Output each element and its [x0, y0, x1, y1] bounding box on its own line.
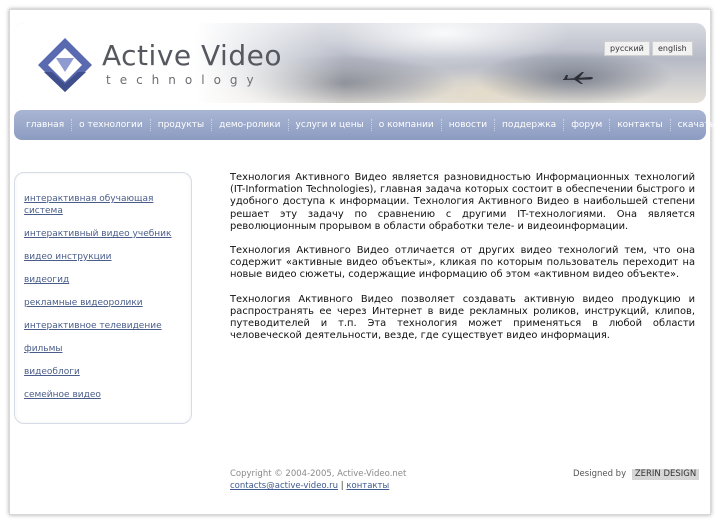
main-paragraph: Технология Активного Видео является разн…	[230, 172, 695, 232]
nav-home[interactable]: главная	[14, 119, 71, 131]
sidebar-list: интерактивная обучающая система интеракт…	[24, 193, 184, 412]
sidebar-link-advertising-videos[interactable]: рекламные видеоролики	[24, 297, 184, 309]
language-russian-button[interactable]: русский	[604, 41, 650, 56]
sidebar-link-interactive-tv[interactable]: интерактивное телевидение	[24, 320, 184, 332]
main-navigation: главная о технологии продукты демо-ролик…	[14, 110, 715, 140]
footer-separator: |	[340, 481, 344, 491]
main-content: Технология Активного Видео является разн…	[230, 172, 695, 354]
main-paragraph: Технология Активного Видео позволяет соз…	[230, 293, 695, 342]
sidebar-link-films[interactable]: фильмы	[24, 343, 184, 355]
nav-about-company[interactable]: о компании	[370, 119, 441, 131]
nav-demo-videos[interactable]: демо-ролики	[211, 119, 287, 131]
nav-support[interactable]: поддержка	[494, 119, 563, 131]
nav-contacts[interactable]: контакты	[609, 119, 669, 131]
nav-forum[interactable]: форум	[563, 119, 609, 131]
nav-products[interactable]: продукты	[149, 119, 211, 131]
sidebar-link-family-video[interactable]: семейное видео	[24, 389, 184, 401]
header-banner: Active Video technology русский english	[14, 23, 706, 103]
footer-links: contacts@active-video.ru | контакты	[230, 481, 389, 491]
nav-services-prices[interactable]: услуги и цены	[287, 119, 371, 131]
main-paragraph: Технология Активного Видео отличается от…	[230, 245, 695, 281]
nav-download[interactable]: скачать	[669, 119, 720, 131]
copyright-text: Copyright © 2004-2005, Active-Video.net	[230, 469, 407, 479]
sidebar-link-videoblogs[interactable]: видеоблоги	[24, 366, 184, 378]
designed-by: Designed by ZERIN DESIGN	[573, 469, 700, 480]
logo-title: Active Video	[102, 39, 282, 72]
sidebar-link-interactive-learning-system[interactable]: интерактивная обучающая система	[24, 193, 184, 217]
sidebar: интерактивная обучающая система интеракт…	[14, 172, 192, 424]
nav-news[interactable]: новости	[440, 119, 494, 131]
sidebar-link-interactive-video-textbook[interactable]: интерактивный видео учебник	[24, 228, 184, 240]
designer-badge[interactable]: ZERIN DESIGN	[631, 469, 700, 480]
airplane-icon	[563, 72, 593, 84]
footer-contacts-link[interactable]: контакты	[346, 481, 389, 491]
footer-email-link[interactable]: contacts@active-video.ru	[230, 481, 338, 491]
logo-subtitle: technology	[106, 73, 263, 87]
sidebar-link-video-instructions[interactable]: видео инструкции	[24, 251, 184, 263]
logo-icon	[38, 38, 92, 92]
designed-by-label: Designed by	[573, 469, 627, 479]
language-english-button[interactable]: english	[652, 41, 693, 56]
nav-about-technology[interactable]: о технологии	[71, 119, 150, 131]
sidebar-link-video-guide[interactable]: видеогид	[24, 274, 184, 286]
